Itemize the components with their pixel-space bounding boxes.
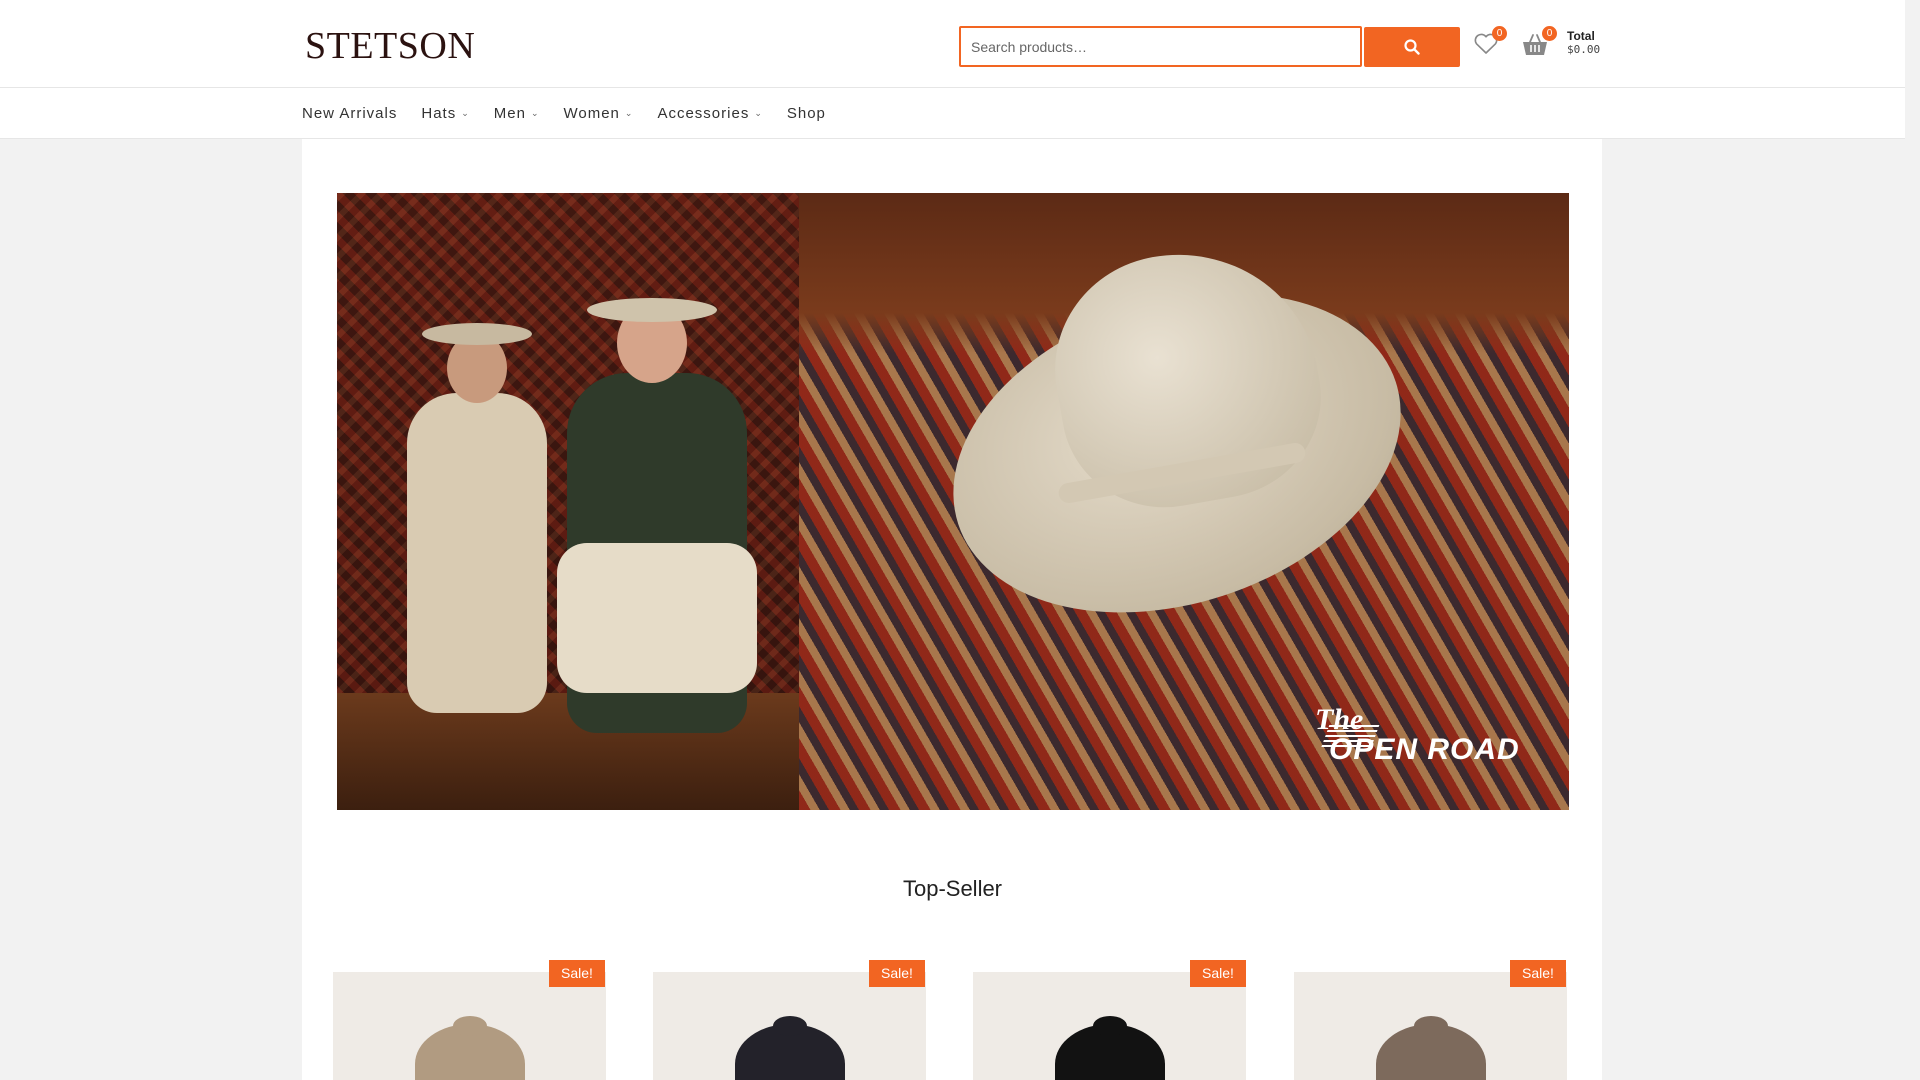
open-road-logo: The OPEN ROAD (1315, 705, 1520, 765)
cart-button[interactable]: 0 (1521, 26, 1557, 62)
nav-item-label: Accessories (657, 105, 750, 122)
product-card[interactable] (973, 972, 1246, 1080)
search-input[interactable] (959, 26, 1362, 67)
product-card[interactable] (1294, 972, 1567, 1080)
chevron-down-icon: ⌄ (624, 108, 634, 118)
chevron-down-icon: ⌄ (754, 108, 763, 118)
open-road-logo-speed-lines (1320, 725, 1380, 749)
main-navigation: New Arrivals Hats ⌄ Men ⌄ Women ⌄ Access… (0, 88, 1905, 139)
hero-person-man-hat (587, 298, 717, 322)
product-hat-image (1375, 1016, 1486, 1080)
product-card[interactable] (653, 972, 926, 1080)
search-button[interactable] (1364, 27, 1460, 67)
nav-item-shop[interactable]: Shop (787, 105, 826, 122)
wishlist-count-badge: 0 (1492, 26, 1507, 41)
nav-item-label: Hats (421, 105, 457, 122)
nav-item-men[interactable]: Men ⌄ (494, 105, 540, 122)
hero-person-woman (407, 393, 547, 713)
nav-list: New Arrivals Hats ⌄ Men ⌄ Women ⌄ Access… (302, 88, 850, 139)
chevron-down-icon: ⌄ (461, 108, 470, 118)
hero-person-woman-hat (422, 323, 532, 345)
product-hat-image (414, 1016, 525, 1080)
wishlist-button[interactable]: 0 (1473, 26, 1507, 60)
sale-badge: Sale! (1510, 960, 1566, 987)
sale-badge: Sale! (1190, 960, 1246, 987)
sale-badge: Sale! (869, 960, 925, 987)
nav-item-accessories[interactable]: Accessories ⌄ (657, 105, 762, 122)
cart-total[interactable]: Total $0.00 (1567, 29, 1600, 57)
nav-item-hats[interactable]: Hats ⌄ (421, 105, 469, 122)
search-icon (1404, 39, 1420, 55)
chevron-down-icon: ⌄ (530, 108, 540, 118)
product-card[interactable] (333, 972, 606, 1080)
cart-total-amount: $0.00 (1567, 43, 1601, 56)
nav-item-label: Women (563, 105, 620, 122)
site-header: STETSON 0 0 Total $0.00 (0, 0, 1905, 88)
nav-item-label: New Arrivals (302, 105, 398, 122)
cart-total-label: Total (1567, 29, 1595, 43)
nav-item-new-arrivals[interactable]: New Arrivals (302, 105, 397, 122)
cart-count-badge: 0 (1542, 26, 1557, 41)
nav-item-women[interactable]: Women ⌄ (563, 105, 633, 122)
product-hat-image (734, 1016, 845, 1080)
nav-item-label: Shop (786, 105, 826, 122)
nav-item-label: Men (493, 105, 526, 122)
hero-person-man-legs (557, 543, 757, 693)
section-title-top-seller: Top-Seller (902, 876, 1003, 901)
sale-badge: Sale! (549, 960, 605, 987)
stetson-logo[interactable]: STETSON (305, 24, 475, 68)
product-hat-image (1054, 1016, 1165, 1080)
